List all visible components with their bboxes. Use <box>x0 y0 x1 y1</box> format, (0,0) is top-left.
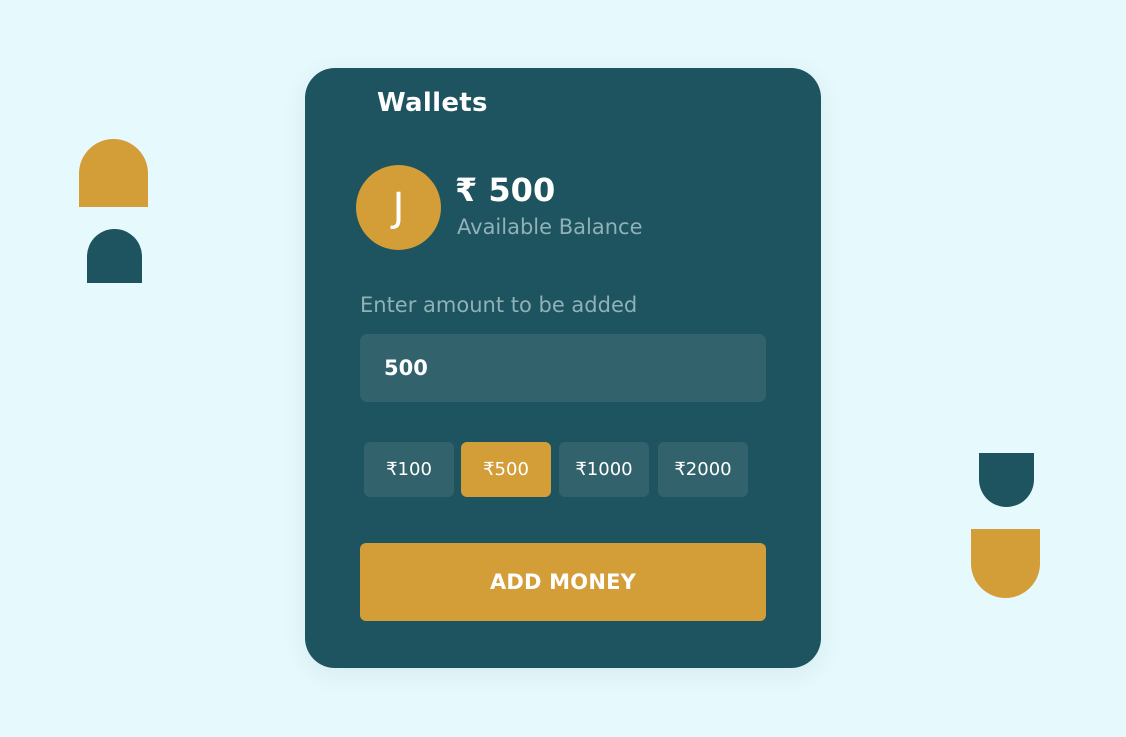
balance-label: Available Balance <box>457 215 643 239</box>
decorative-shape-teal-top-left <box>87 229 142 283</box>
amount-input[interactable] <box>360 334 766 402</box>
add-money-button[interactable]: ADD MONEY <box>360 543 766 621</box>
card-title: Wallets <box>377 88 488 118</box>
amount-label: Enter amount to be added <box>360 293 638 317</box>
preset-500-button[interactable]: ₹500 <box>461 442 551 497</box>
preset-1000-button[interactable]: ₹1000 <box>559 442 649 497</box>
preset-2000-button[interactable]: ₹2000 <box>658 442 748 497</box>
avatar: J <box>356 165 441 250</box>
balance-amount: ₹ 500 <box>455 171 556 209</box>
preset-100-button[interactable]: ₹100 <box>364 442 454 497</box>
wallet-card: Wallets J ₹ 500 Available Balance Enter … <box>305 68 821 668</box>
decorative-shape-gold-top-left <box>79 139 148 207</box>
decorative-shape-teal-bottom-right <box>979 453 1034 507</box>
decorative-shape-gold-bottom-right <box>971 529 1040 598</box>
